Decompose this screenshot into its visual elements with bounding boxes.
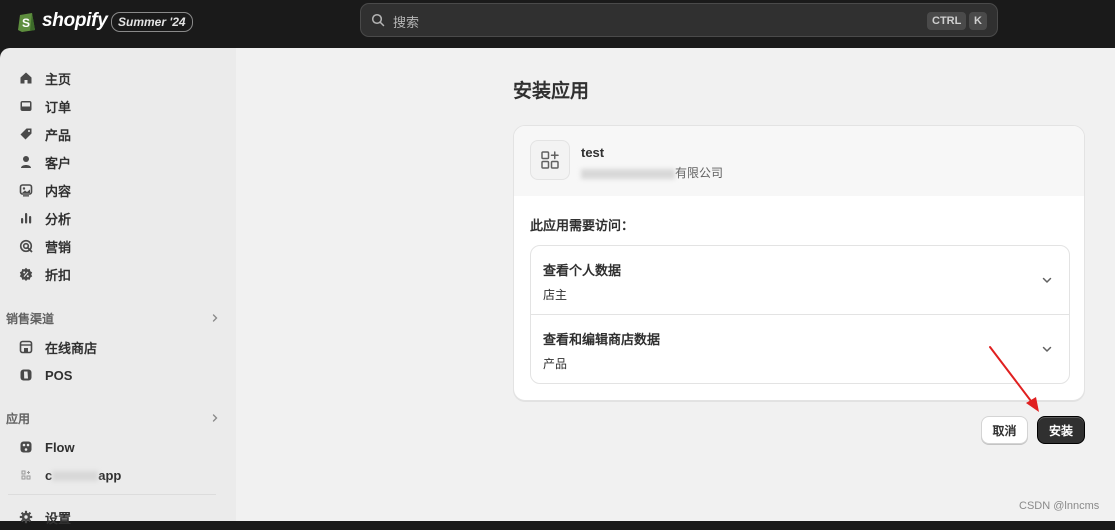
app-developer-tail: 有限公司: [675, 166, 724, 180]
app-name: test: [581, 145, 605, 160]
sidebar-item-label: 订单: [45, 99, 72, 115]
permission-row[interactable]: 查看个人数据 店主: [531, 246, 1069, 314]
shortcut-ctrl-key: CTRL: [927, 12, 967, 30]
sidebar-item-label: Flow: [45, 439, 75, 455]
sidebar-item-flow[interactable]: Flow: [8, 434, 228, 460]
sidebar-item-home[interactable]: 主页: [8, 65, 228, 91]
sidebar-item-label: c app: [45, 468, 121, 483]
logo-text: shopify: [42, 10, 108, 31]
store-icon: [18, 339, 34, 355]
chevron-right-icon: [212, 414, 218, 422]
install-button[interactable]: 安装: [1037, 416, 1085, 444]
app-name-end: app: [98, 467, 122, 483]
sidebar-item-label: 内容: [45, 183, 72, 199]
sidebar-item-label: 在线商店: [45, 340, 98, 356]
sidebar-item-label: 分析: [45, 211, 72, 227]
discount-icon: [18, 266, 34, 282]
chevron-right-icon: [212, 314, 218, 322]
sidebar-item-analytics[interactable]: 分析: [8, 205, 228, 231]
search-bar[interactable]: 搜索 CTRL K: [360, 3, 998, 37]
gear-icon: [18, 509, 34, 525]
app-name-start: c: [45, 467, 53, 483]
sidebar-item-label: 产品: [45, 127, 72, 143]
redacted-app-name: [52, 471, 99, 482]
search-placeholder: 搜索: [393, 15, 420, 30]
tag-icon: [18, 126, 34, 142]
apps-section-header[interactable]: 应用: [6, 408, 220, 428]
sidebar-item-orders[interactable]: 订单: [8, 93, 228, 119]
sidebar-item-label: POS: [45, 367, 73, 383]
sidebar-item-label: 设置: [45, 510, 72, 526]
sidebar-item-products[interactable]: 产品: [8, 121, 228, 147]
flow-icon: [18, 439, 34, 455]
watermark: CSDN @lnncms: [1019, 500, 1100, 512]
access-heading: 此应用需要访问：: [530, 218, 635, 233]
sidebar-item-label: 营销: [45, 239, 72, 255]
annotation-arrow: [989, 346, 1039, 412]
permission-title: 查看和编辑商店数据: [543, 332, 661, 347]
sidebar-item-content[interactable]: 内容: [8, 177, 228, 203]
shopify-logo[interactable]: S shopify: [16, 9, 108, 33]
sidebar-item-discounts[interactable]: 折扣: [8, 261, 228, 287]
image-icon: [18, 182, 34, 198]
sidebar-divider: [8, 494, 216, 495]
sidebar-item-customers[interactable]: 客户: [8, 149, 228, 175]
chevron-down-icon[interactable]: [1041, 274, 1053, 286]
sidebar-item-online-store[interactable]: 在线商店: [8, 334, 228, 360]
shortcut-k-key: K: [969, 12, 987, 30]
permission-subtitle: 店主: [543, 288, 568, 302]
home-icon: [18, 70, 34, 86]
app-icon: [18, 467, 34, 483]
pos-icon: [18, 367, 34, 383]
person-icon: [18, 154, 34, 170]
bar-chart-icon: [18, 210, 34, 226]
shopify-bag-icon: S: [18, 13, 35, 32]
target-icon: [18, 238, 34, 254]
top-bar: S shopify Summer '24 搜索 CTRL K: [0, 0, 1115, 48]
sidebar-item-custom-app[interactable]: c app: [8, 462, 228, 488]
cancel-button[interactable]: 取消: [981, 416, 1028, 444]
page-title: 安装应用: [513, 81, 590, 102]
sidebar-item-settings[interactable]: 设置: [8, 504, 228, 530]
app-developer: 有限公司: [581, 164, 723, 181]
sidebar-item-label: 主页: [45, 71, 72, 87]
sidebar-item-label: 客户: [45, 155, 72, 171]
app-info-header: test 有限公司: [514, 126, 1084, 196]
sidebar: 主页 订单 产品 客户 内容 分析 营销 折扣 销售渠道 在线商店 POS 应用…: [0, 48, 236, 526]
redacted-company-name: [581, 168, 675, 179]
search-icon: [371, 13, 385, 27]
permission-title: 查看个人数据: [543, 263, 622, 278]
inbox-icon: [18, 98, 34, 114]
sidebar-item-marketing[interactable]: 营销: [8, 233, 228, 259]
svg-text:S: S: [22, 16, 30, 30]
apps-heading: 应用: [6, 411, 31, 426]
sidebar-item-pos[interactable]: POS: [8, 362, 228, 388]
app-grid-icon: [530, 140, 570, 180]
permission-subtitle: 产品: [543, 357, 568, 371]
edition-badge[interactable]: Summer '24: [111, 12, 193, 32]
sidebar-item-label: 折扣: [45, 267, 72, 283]
main-content: 安装应用 test 有限公司 此应用需要访问： 查看个人数据 店主 查看和编辑商…: [236, 48, 1115, 521]
sales-channels-section-header[interactable]: 销售渠道: [6, 308, 220, 328]
sales-channels-heading: 销售渠道: [6, 311, 55, 326]
